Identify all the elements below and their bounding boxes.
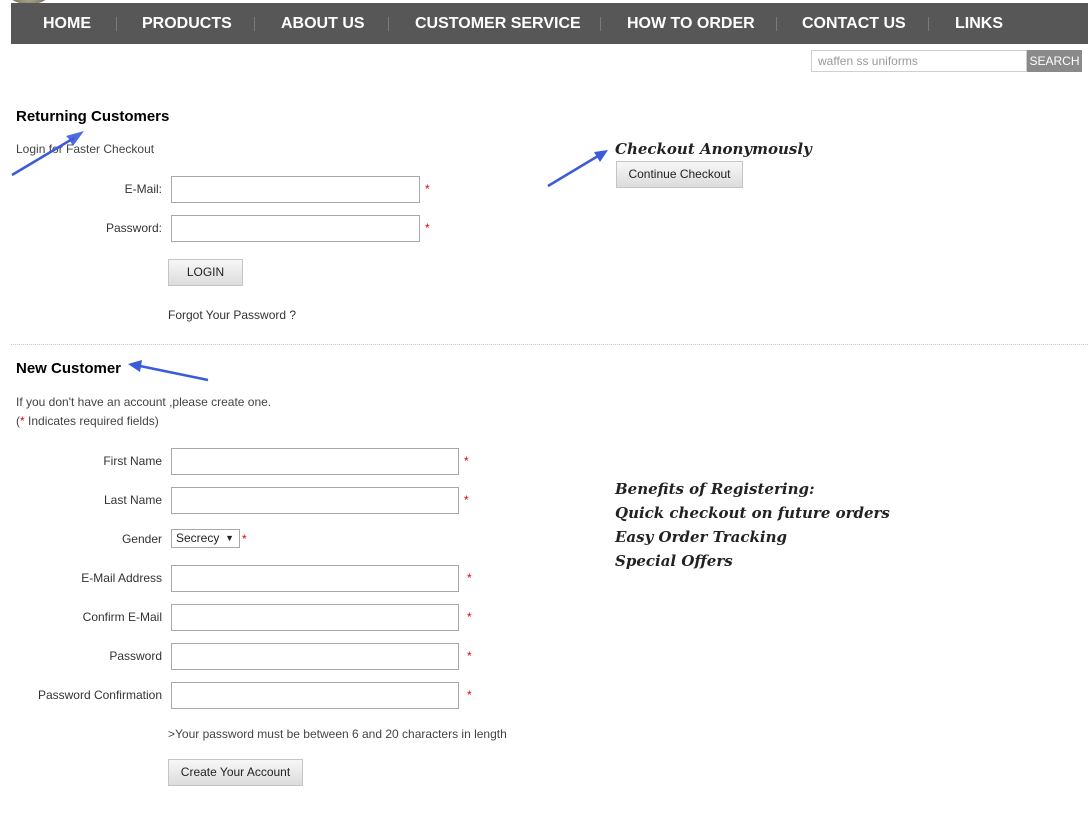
required-mark: * (425, 221, 430, 235)
continue-checkout-button[interactable]: Continue Checkout (616, 161, 743, 188)
required-note-text: Indicates required fields) (24, 414, 159, 428)
create-account-button[interactable]: Create Your Account (168, 759, 303, 786)
login-password-field[interactable] (171, 215, 420, 242)
required-fields-note: (* Indicates required fields) (16, 414, 159, 428)
nav-customer-service[interactable]: CUSTOMER SERVICE (415, 3, 581, 44)
forgot-password-link[interactable]: Forgot Your Password ? (168, 308, 296, 322)
nav-separator (116, 17, 117, 31)
email-address-label: E-Mail Address (81, 571, 162, 585)
nav-separator (388, 17, 389, 31)
required-mark: * (467, 649, 472, 663)
search-button[interactable]: SEARCH (1027, 50, 1082, 72)
annotation-arrow-icon (547, 150, 608, 188)
gender-select[interactable]: Secrecy ▼ (171, 529, 240, 548)
nav-separator (776, 17, 777, 31)
benefit-item: Special Offers (615, 552, 733, 570)
nav-links[interactable]: LINKS (955, 3, 1003, 44)
nav-how-to-order[interactable]: HOW TO ORDER (627, 3, 755, 44)
benefits-title: Benefits of Registering: (615, 480, 815, 498)
nav-separator (254, 17, 255, 31)
checkout-anonymously-title: Checkout Anonymously (615, 140, 812, 158)
nav-products[interactable]: PRODUCTS (142, 3, 232, 44)
email-address-field[interactable] (171, 565, 459, 592)
password-confirmation-label: Password Confirmation (37, 688, 162, 702)
nav-separator (600, 17, 601, 31)
dropdown-arrow-icon: ▼ (225, 533, 234, 543)
password-hint: >Your password must be between 6 and 20 … (168, 727, 507, 741)
nav-about-us[interactable]: ABOUT US (281, 3, 365, 44)
benefit-item: Easy Order Tracking (615, 528, 787, 546)
required-mark: * (464, 454, 469, 468)
last-name-field[interactable] (171, 487, 459, 514)
nav-separator (928, 17, 929, 31)
first-name-label: First Name (103, 454, 162, 468)
search-input[interactable] (811, 50, 1027, 72)
confirm-email-field[interactable] (171, 604, 459, 631)
login-button[interactable]: LOGIN (168, 259, 243, 286)
new-customer-title: New Customer (16, 360, 122, 377)
required-mark: * (464, 493, 469, 507)
returning-customers-title: Returning Customers (16, 108, 170, 125)
login-subtitle: Login for Faster Checkout (16, 142, 155, 156)
required-mark: * (467, 688, 472, 702)
annotation-arrow-icon (128, 360, 209, 382)
required-mark: * (425, 182, 430, 196)
required-mark: * (467, 610, 472, 624)
create-account-intro: If you don't have an account ,please cre… (16, 395, 272, 409)
gender-selected-value: Secrecy (176, 531, 220, 545)
confirm-email-label: Confirm E-Mail (82, 610, 162, 624)
login-email-field[interactable] (171, 176, 420, 203)
password-label: Password (109, 649, 162, 663)
gender-label: Gender (121, 532, 162, 546)
section-divider (11, 344, 1088, 345)
benefit-item: Quick checkout on future orders (615, 504, 890, 522)
required-mark: * (467, 571, 472, 585)
last-name-label: Last Name (103, 493, 162, 507)
first-name-field[interactable] (171, 448, 459, 475)
password-confirmation-field[interactable] (171, 682, 459, 709)
password-label: Password: (105, 221, 162, 235)
required-mark: * (242, 532, 247, 546)
new-password-field[interactable] (171, 643, 459, 670)
nav-home[interactable]: HOME (43, 3, 91, 44)
main-nav: HOME PRODUCTS ABOUT US CUSTOMER SERVICE … (11, 3, 1088, 44)
nav-contact-us[interactable]: CONTACT US (802, 3, 906, 44)
email-label: E-Mail: (124, 182, 162, 196)
